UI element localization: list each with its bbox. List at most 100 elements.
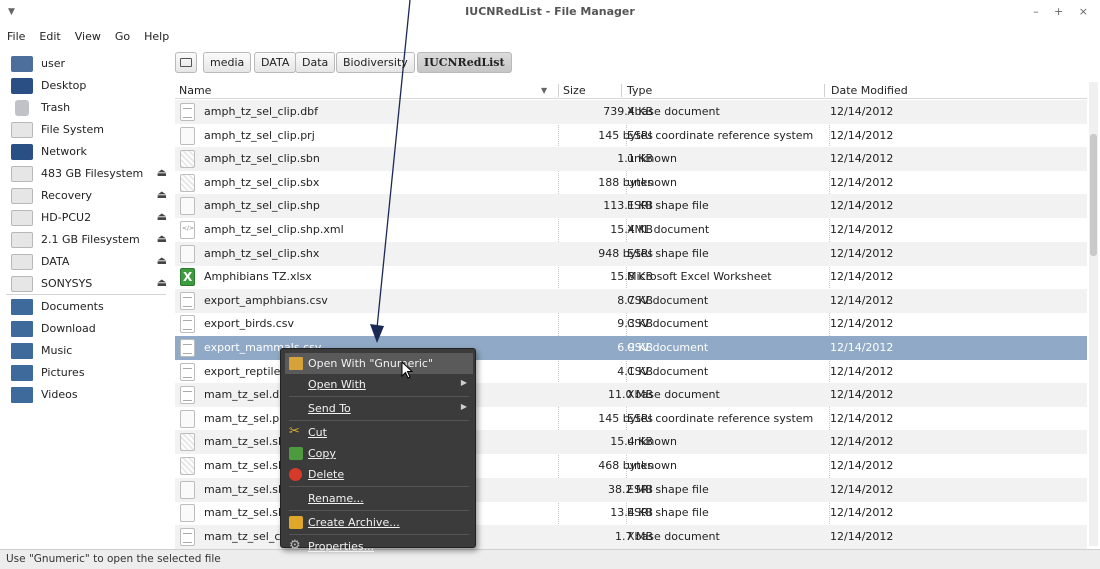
file-type: unknown [627,152,677,166]
menu-item-delete[interactable]: Delete [285,464,473,485]
menu-item-create-archive[interactable]: Create Archive... [285,512,473,533]
file-name: mam_tz_sel.shx [204,506,292,520]
text-file-icon [180,339,195,357]
sidebar-item-label: HD-PCU2 [41,211,92,224]
scrollbar-thumb[interactable] [1090,134,1097,256]
column-divider[interactable] [621,84,622,97]
column-size[interactable]: Size [563,84,586,97]
sidebar-item-user[interactable]: user [11,54,169,75]
sidebar-item-label: user [41,57,65,70]
file-date: 12/14/2012 [830,317,894,331]
sidebar-item-2-1-gb-filesystem[interactable]: 2.1 GB Filesystem ⏏ [11,230,169,251]
file-row[interactable]: amph_tz_sel_clip.shp.xml15.4 KBXML docum… [175,218,1087,242]
sidebar: user Desktop Trash File System Network 483 GB… [0,50,172,546]
file-type: CSV document [627,341,709,354]
column-divider[interactable] [824,84,825,97]
file-name: export_amphbians.csv [204,293,328,307]
menu-item-open-with-gnumeric[interactable]: Open With "Gnumeric" [285,353,473,374]
sidebar-item-network[interactable]: Network [11,142,169,163]
drive-icon [11,276,33,292]
file-row[interactable]: amph_tz_sel_clip.sbn 1.1 KB unknown 12/14/2… [175,147,1087,172]
file-date: 12/14/2012 [830,152,894,166]
eject-icon[interactable]: ⏏ [157,232,167,245]
sidebar-item-label: Recovery [41,189,93,202]
menu-item-rename[interactable]: Rename... [285,488,473,509]
network-icon [11,144,33,160]
window-controls[interactable]: – + × [1033,5,1094,18]
submenu-arrow-icon: ▶ [460,378,467,387]
file-type: ESRI coordinate reference system [627,128,814,142]
menu-file[interactable]: File [0,28,32,43]
breadcrumb-iucnredlist[interactable]: IUCNRedList [417,52,512,73]
sidebar-item-data[interactable]: DATA ⏏ [11,252,169,273]
file-row[interactable]: amph_tz_sel_clip.shx 948 bytes ESRI shape … [175,241,1087,266]
file-type: ESRI shape file [627,506,709,520]
menu-view[interactable]: View [68,28,108,43]
file-type: Microsoft Excel Worksheet [627,270,772,284]
eject-icon[interactable]: ⏏ [157,188,167,201]
file-type: ESRI shape file [627,199,709,213]
drive-icon[interactable] [175,52,197,73]
file-row[interactable]: export_birds.csv 9.3 KB CSV document 12/14/… [175,312,1087,336]
menu-item-copy[interactable]: Copy [285,443,473,464]
menu-help[interactable]: Help [137,28,176,43]
user-home-icon [11,56,33,72]
drive-icon [11,122,33,138]
sort-descending-icon[interactable]: ▼ [541,86,547,95]
file-row[interactable]: amph_tz_sel_clip.dbf 739.4 KB Xbase docume… [175,100,1087,124]
spreadsheet-file-icon [180,268,195,287]
text-file-icon [180,386,195,405]
breadcrumb-media[interactable]: media [203,52,252,73]
text-file-icon [180,103,195,121]
menu-go[interactable]: Go [108,28,137,43]
column-type[interactable]: Type [627,84,652,97]
sidebar-item-label: Desktop [41,79,87,92]
window-title: IUCNRedList - File Manager [465,5,635,18]
menu-item-cut[interactable]: ✂ Cut [285,422,473,443]
sidebar-item-videos[interactable]: Videos [11,385,169,406]
menu-item-send-to[interactable]: Send To ▶ [285,398,473,419]
drive-icon [11,166,33,182]
sidebar-item-download[interactable]: Download [11,319,169,340]
sidebar-item-desktop[interactable]: Desktop [11,76,169,97]
menu-edit[interactable]: Edit [32,28,67,43]
blank-file-icon [180,197,195,216]
file-date: 12/14/2012 [830,199,894,213]
sidebar-item-recovery[interactable]: Recovery ⏏ [11,186,169,207]
file-row[interactable]: Amphibians TZ.xlsx15.8 KBMicrosoft Excel… [175,265,1087,289]
sidebar-item-file-system[interactable]: File System [11,120,169,141]
file-date: 12/14/2012 [830,411,894,425]
menu-item-open-with[interactable]: Open With ▶ [285,374,473,395]
vertical-scrollbar[interactable] [1089,82,1098,546]
eject-icon[interactable]: ⏏ [157,276,167,289]
file-row[interactable]: amph_tz_sel_clip.sbx 188 bytes unknown 12/1… [175,171,1087,195]
sidebar-item-483-gb-filesystem[interactable]: 483 GB Filesystem ⏏ [11,164,169,185]
archive-icon [289,516,303,529]
menu-item-label: Open With [308,378,366,391]
file-row[interactable]: export_amphbians.csv 8.7 KB CSV document 12… [175,288,1087,313]
sidebar-item-music[interactable]: Music [11,341,169,362]
text-file-icon [180,362,195,381]
column-name[interactable]: Name [179,84,211,97]
file-name: amph_tz_sel_clip.sbx [204,175,320,189]
eject-icon[interactable]: ⏏ [157,210,167,223]
file-row[interactable]: amph_tz_sel_clip.prj 145 bytes ESRI coordi… [175,124,1087,148]
column-date-modified[interactable]: Date Modified [831,84,908,97]
breadcrumb-data[interactable]: Data [295,52,336,73]
eject-icon[interactable]: ⏏ [157,254,167,267]
breadcrumb-data-drive[interactable]: DATA [254,52,297,73]
file-date: 12/14/2012 [830,341,894,354]
drive-icon [11,210,33,226]
breadcrumb-biodiversity[interactable]: Biodiversity [336,52,415,73]
sidebar-item-hd-pcu2[interactable]: HD-PCU2 ⏏ [11,208,169,229]
sidebar-item-trash[interactable]: Trash [11,98,169,119]
column-divider[interactable] [558,84,559,97]
sidebar-item-sonysys[interactable]: SONYSYS ⏏ [11,274,169,295]
menu-item-properties[interactable]: ⚙ Properties... [285,536,473,557]
file-row[interactable]: amph_tz_sel_clip.shp 113.1 KB ESRI shape f… [175,194,1087,219]
eject-icon[interactable]: ⏏ [157,166,167,179]
sidebar-item-documents[interactable]: Documents [11,297,169,318]
blank-file-icon [180,244,195,263]
file-date: 12/14/2012 [830,293,894,307]
sidebar-item-pictures[interactable]: Pictures [11,363,169,384]
